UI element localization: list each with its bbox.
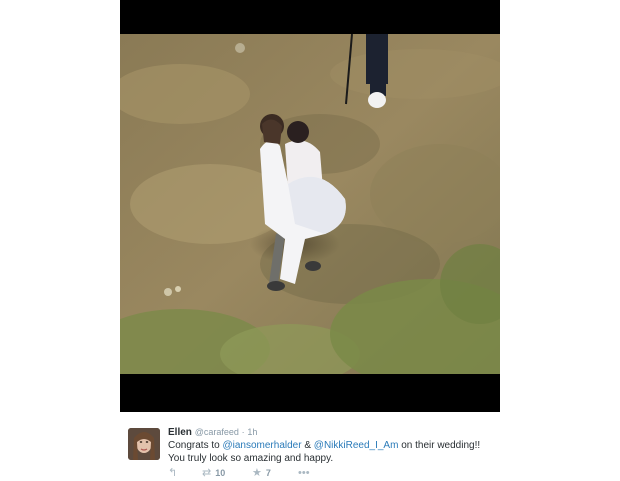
tweet-text: Congrats to @iansomerhalder & @NikkiReed… bbox=[168, 439, 494, 465]
retweet-count: 10 bbox=[215, 468, 226, 478]
retweet-button[interactable]: ⇄ 10 bbox=[202, 467, 225, 479]
more-icon: ••• bbox=[298, 467, 310, 479]
tweet-media-frame bbox=[120, 0, 500, 412]
reply-icon: ↰ bbox=[168, 467, 178, 479]
tweet-text-part: Congrats to bbox=[168, 440, 223, 451]
mention-link[interactable]: @NikkiReed_I_Am bbox=[314, 440, 399, 451]
author-name[interactable]: Ellen bbox=[168, 427, 192, 438]
tweet-timestamp[interactable]: 1h bbox=[247, 427, 257, 437]
tweet-author[interactable]: Ellen @carafeed · 1h bbox=[168, 426, 257, 439]
retweet-icon: ⇄ bbox=[202, 467, 212, 479]
star-icon: ★ bbox=[252, 467, 262, 479]
avatar[interactable] bbox=[128, 428, 160, 460]
separator-dot: · bbox=[241, 427, 245, 437]
tweet-photo[interactable] bbox=[120, 34, 500, 374]
tweet-card: Ellen @carafeed · 1h Congrats to @iansom… bbox=[120, 412, 500, 481]
more-button[interactable]: ••• bbox=[298, 467, 310, 479]
favorite-count: 7 bbox=[265, 468, 271, 478]
mention-link[interactable]: @iansomerhalder bbox=[222, 440, 301, 451]
wedding-photo-image bbox=[120, 34, 500, 374]
author-handle[interactable]: @carafeed bbox=[195, 427, 239, 437]
avatar-image bbox=[128, 428, 160, 460]
reply-button[interactable]: ↰ bbox=[168, 467, 177, 479]
tweet-actions: ↰ ⇄ 10 ★ 7 ••• bbox=[168, 467, 488, 481]
favorite-button[interactable]: ★ 7 bbox=[252, 467, 271, 479]
tweet-text-part: & bbox=[301, 440, 314, 451]
